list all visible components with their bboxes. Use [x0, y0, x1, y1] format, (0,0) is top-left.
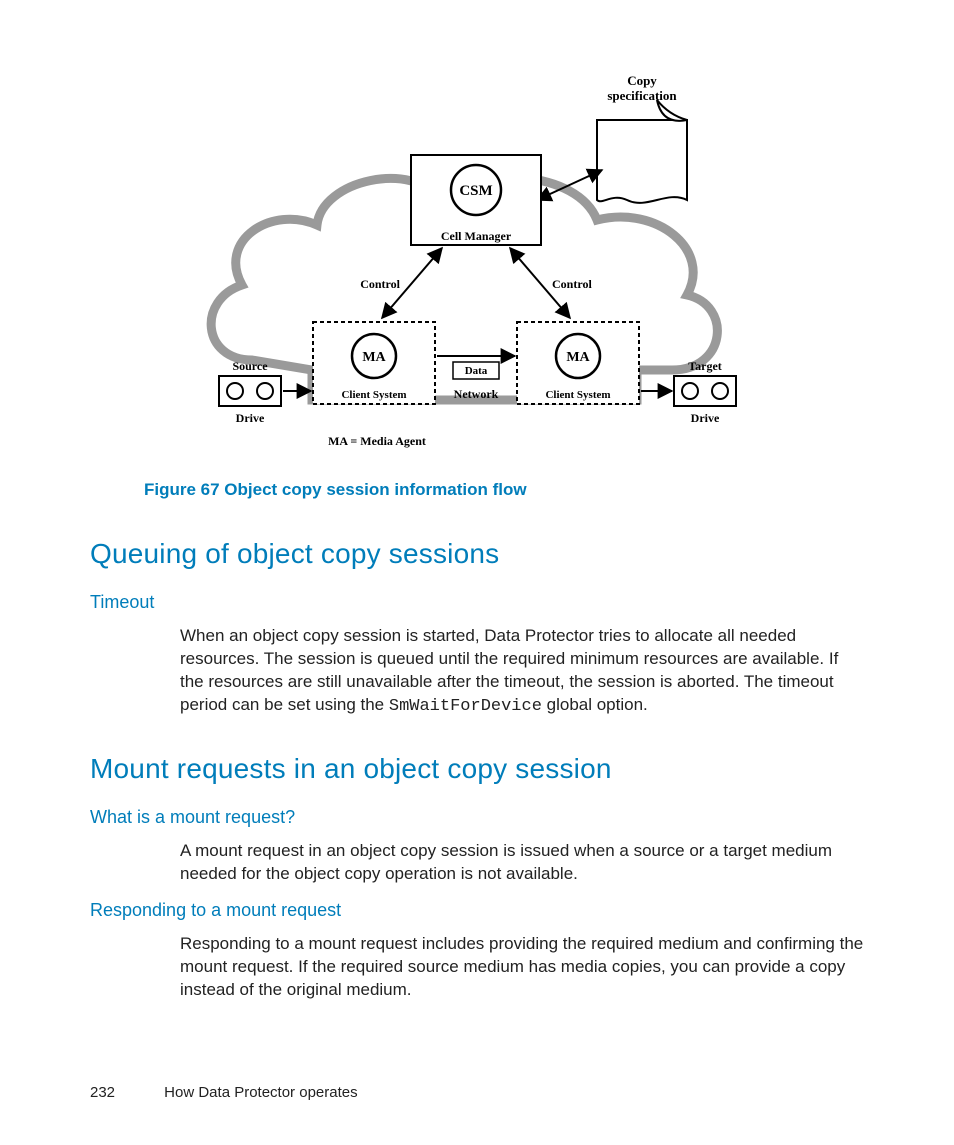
heading-queuing: Queuing of object copy sessions [90, 538, 864, 570]
copy-spec-label-2: specification [607, 88, 677, 103]
page-footer: 232 How Data Protector operates [90, 1084, 358, 1101]
drive-right-label: Drive [691, 411, 720, 425]
drive-left-label: Drive [236, 411, 265, 425]
control-right-label: Control [552, 277, 592, 291]
ma-left-label: MA [362, 350, 386, 365]
client-left-label: Client System [341, 389, 406, 401]
heading-timeout: Timeout [90, 592, 864, 613]
legend-label: MA = Media Agent [328, 434, 426, 448]
network-label: Network [454, 387, 499, 401]
data-label: Data [465, 365, 488, 377]
para-responding: Responding to a mount request includes p… [180, 933, 864, 1002]
source-label: Source [232, 359, 268, 373]
figure-caption: Figure 67 Object copy session informatio… [144, 480, 864, 500]
heading-what-is-mount: What is a mount request? [90, 807, 864, 828]
figure-diagram: Copy specification CSM Cell Manager Cont… [157, 50, 797, 470]
ma-right-label: MA [566, 350, 590, 365]
code-smwaitfordevice: SmWaitForDevice [389, 697, 542, 716]
target-label: Target [688, 359, 722, 373]
chapter-title: How Data Protector operates [164, 1084, 357, 1101]
para-timeout-b: global option. [542, 695, 648, 714]
heading-responding: Responding to a mount request [90, 900, 864, 921]
csm-label: CSM [459, 183, 492, 199]
heading-mount-requests: Mount requests in an object copy session [90, 753, 864, 785]
client-right-label: Client System [545, 389, 610, 401]
para-what-is-mount: A mount request in an object copy sessio… [180, 840, 864, 886]
page-number: 232 [90, 1084, 160, 1101]
cell-manager-label: Cell Manager [441, 229, 512, 243]
para-timeout: When an object copy session is started, … [180, 625, 864, 719]
copy-spec-label-1: Copy [627, 73, 657, 88]
control-left-label: Control [360, 277, 400, 291]
